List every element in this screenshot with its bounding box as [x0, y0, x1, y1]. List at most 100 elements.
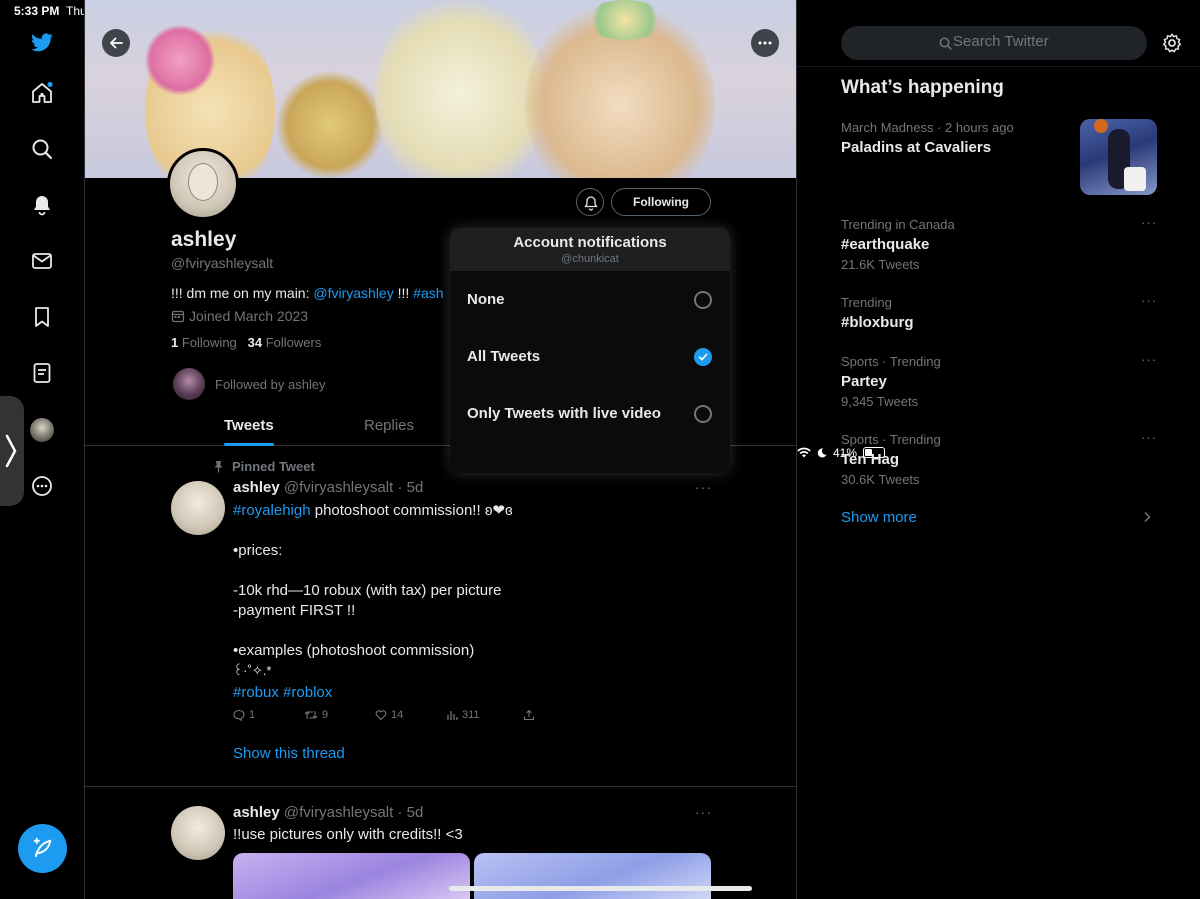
- tweet-image[interactable]: [233, 853, 470, 899]
- tweet-hashtags: #robux #roblox: [233, 684, 332, 701]
- bar-chart-icon: [447, 711, 458, 720]
- popup-title: Account notifications: [513, 234, 667, 251]
- trend-meta: Trending in Canada: [841, 217, 955, 232]
- sidebar-edge-handle[interactable]: [0, 396, 24, 506]
- bio-text: !!! dm me on my main:: [171, 285, 314, 301]
- views-button[interactable]: 311: [446, 709, 480, 721]
- lists-icon[interactable]: [30, 361, 54, 385]
- more-icon[interactable]: [30, 474, 54, 498]
- following-stat[interactable]: 1 Following: [171, 335, 237, 350]
- retweet-icon: [304, 711, 318, 719]
- tab-replies[interactable]: Replies: [364, 417, 414, 434]
- tweet-text-line: -10k rhd—10 robux (with tax) per picture: [233, 582, 502, 599]
- option-all-tweets-radio[interactable]: [694, 348, 712, 366]
- option-live-video-label[interactable]: Only Tweets with live video: [467, 405, 661, 422]
- tweet-image[interactable]: [474, 853, 711, 899]
- calendar-icon: [171, 310, 185, 323]
- trend-more-button[interactable]: ···: [1141, 430, 1157, 445]
- tweet-author-name[interactable]: ashley: [233, 479, 280, 496]
- tweet-header: ashley @fviryashleysalt · 5d: [233, 479, 424, 496]
- option-none-label[interactable]: None: [467, 291, 505, 308]
- bio-hashtag-link[interactable]: #ash: [413, 285, 443, 301]
- pin-icon: [214, 461, 223, 473]
- home-icon[interactable]: [30, 81, 54, 105]
- tweet-avatar[interactable]: [171, 481, 225, 535]
- account-notifications-popup: Account notifications @chunkicat None Al…: [450, 228, 730, 473]
- reply-button[interactable]: 1: [233, 709, 255, 721]
- news-title: Paladins at Cavaliers: [841, 139, 992, 156]
- hashtag-royalehigh[interactable]: #royalehigh: [233, 502, 311, 519]
- gear-icon: [1163, 33, 1181, 53]
- bell-icon[interactable]: [30, 193, 54, 217]
- follower-avatar: [173, 368, 205, 400]
- tweet-author-handle: @fviryashleysalt: [283, 479, 394, 496]
- show-more-link[interactable]: Show more: [841, 509, 917, 526]
- hashtag-roblox[interactable]: #roblox: [283, 684, 332, 701]
- tweet-text-line: ꒰·˚✧.*: [233, 663, 272, 678]
- compose-feather-icon: [33, 837, 52, 858]
- trend-title: #bloxburg: [841, 314, 914, 331]
- tab-tweets[interactable]: Tweets: [224, 417, 274, 434]
- bio-mention-link[interactable]: @fviryashley: [313, 285, 393, 301]
- active-tab-indicator: [224, 443, 274, 446]
- popup-header: Account notifications @chunkicat: [450, 228, 730, 271]
- option-live-video-radio[interactable]: [694, 405, 712, 423]
- news-thumbnail: [1080, 119, 1157, 195]
- sidebar-nav: [0, 0, 85, 899]
- right-sidebar: What’s happening March Madness · 2 hours…: [797, 0, 1200, 899]
- bio-text-suffix: !!!: [393, 285, 414, 301]
- hashtag-robux[interactable]: #robux: [233, 684, 279, 701]
- share-button[interactable]: [523, 709, 535, 721]
- search-input[interactable]: [953, 33, 1133, 50]
- profile-avatar[interactable]: [30, 418, 54, 442]
- retweet-button[interactable]: 9: [304, 709, 328, 721]
- settings-button[interactable]: [1161, 32, 1183, 59]
- mail-icon[interactable]: [30, 249, 54, 273]
- popup-subtitle: @chunkicat: [561, 253, 619, 265]
- followers-stat[interactable]: 34 Followers: [248, 335, 322, 350]
- profile-avatar-large[interactable]: [167, 148, 239, 220]
- home-indicator[interactable]: [449, 886, 752, 891]
- trend-more-button[interactable]: ···: [1141, 293, 1157, 308]
- trend-more-button[interactable]: ···: [1141, 215, 1157, 230]
- following-button[interactable]: Following: [611, 188, 711, 216]
- bell-check-icon: [584, 196, 598, 211]
- tweet-text-line: #royalehigh photoshoot commission!! ʚ❤ɞ: [233, 502, 513, 519]
- tweet-more-button[interactable]: ···: [695, 804, 712, 820]
- search-bar[interactable]: [841, 26, 1147, 60]
- joined-text: Joined March 2023: [189, 308, 309, 324]
- search-icon[interactable]: [30, 137, 54, 161]
- trend-title: Ten Hag: [841, 451, 900, 468]
- option-none-radio[interactable]: [694, 291, 712, 309]
- tweet-author-name[interactable]: ashley: [233, 804, 280, 821]
- notifications-bell-button[interactable]: [576, 188, 604, 216]
- like-button[interactable]: 14: [375, 709, 403, 721]
- tweet-time: 5d: [406, 804, 424, 821]
- trend-more-button[interactable]: ···: [1141, 352, 1157, 367]
- tweet-text-line: -payment FIRST !!: [233, 602, 356, 619]
- profile-more-button[interactable]: [751, 29, 779, 57]
- ellipsis-icon: [758, 41, 772, 45]
- back-button[interactable]: [102, 29, 130, 57]
- tweet-divider: [85, 786, 796, 787]
- whats-happening-title: What’s happening: [841, 77, 1004, 98]
- option-all-tweets-label[interactable]: All Tweets: [467, 348, 540, 365]
- compose-tweet-button[interactable]: [18, 824, 67, 873]
- trend-title: Partey: [841, 373, 887, 390]
- tweet-more-button[interactable]: ···: [695, 479, 712, 495]
- arrow-left-icon: [109, 37, 123, 49]
- bookmark-icon[interactable]: [30, 305, 54, 329]
- tweet-text-line: •prices:: [233, 542, 283, 559]
- followed-by[interactable]: Followed by ashley: [173, 368, 326, 400]
- trend-title: #earthquake: [841, 236, 930, 253]
- follow-stats: 1 Following 34 Followers: [171, 335, 321, 350]
- show-thread-link[interactable]: Show this thread: [233, 745, 345, 762]
- news-time: 2 hours ago: [945, 120, 1014, 135]
- trend-meta: Sports · Trending: [841, 432, 941, 447]
- twitter-bird-icon[interactable]: [30, 31, 54, 55]
- profile-bio: !!! dm me on my main: @fviryashley !!! #…: [171, 285, 444, 301]
- reply-icon: [233, 709, 245, 721]
- pinned-label: Pinned Tweet: [213, 459, 315, 474]
- heart-icon: [375, 710, 387, 721]
- tweet-avatar[interactable]: [171, 806, 225, 860]
